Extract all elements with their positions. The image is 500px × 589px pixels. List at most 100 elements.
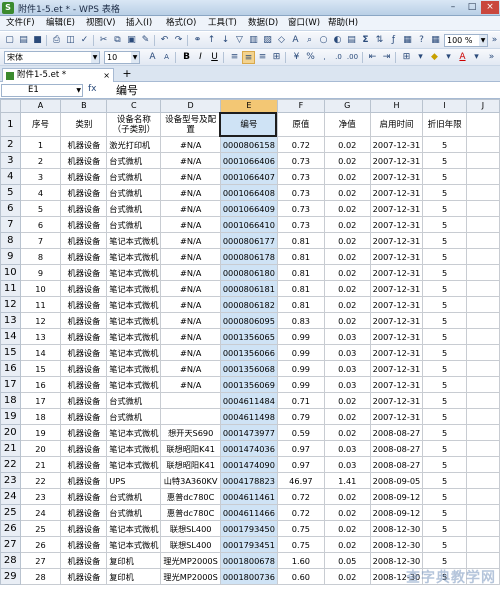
- maximize-button[interactable]: □: [463, 1, 481, 14]
- toolbar-options-icon[interactable]: »: [488, 34, 500, 47]
- cell-category[interactable]: 机器设备: [60, 136, 108, 153]
- increase-indent-icon[interactable]: ⇥: [380, 51, 393, 64]
- cell-net-value[interactable]: 0.03: [323, 376, 371, 393]
- cell-model[interactable]: #N/A: [160, 328, 221, 345]
- cell-code[interactable]: 0001066409: [219, 200, 278, 217]
- cell-seq[interactable]: 9: [19, 264, 62, 281]
- cell-category[interactable]: 机器设备: [60, 280, 108, 297]
- cell-code[interactable]: 0001474036: [219, 440, 278, 457]
- cell-start-date[interactable]: 2007-12-31: [369, 344, 424, 361]
- minimize-button[interactable]: –: [444, 1, 462, 14]
- empty-cell[interactable]: [465, 376, 500, 393]
- cell-model[interactable]: #N/A: [160, 232, 221, 249]
- cell-depreciation-years[interactable]: 5: [422, 344, 467, 361]
- cell-start-date[interactable]: 2007-12-31: [369, 264, 424, 281]
- cell-model[interactable]: #N/A: [160, 248, 221, 265]
- empty-cell[interactable]: [465, 216, 500, 233]
- font-color-dropdown-icon[interactable]: ▾: [470, 51, 483, 64]
- cell-depreciation-years[interactable]: 5: [422, 136, 467, 153]
- cell-category[interactable]: 机器设备: [60, 344, 108, 361]
- cell-category[interactable]: 机器设备: [60, 152, 108, 169]
- font-select[interactable]: 宋体 ▼: [4, 51, 100, 64]
- row-header[interactable]: 9: [0, 248, 21, 265]
- chart2-icon[interactable]: ▤: [345, 34, 358, 47]
- cell-category[interactable]: 机器设备: [60, 328, 108, 345]
- cell-net-value[interactable]: 0.02: [323, 136, 371, 153]
- select-all-corner[interactable]: [0, 99, 21, 113]
- cell-depreciation-years[interactable]: 5: [422, 280, 467, 297]
- empty-cell[interactable]: [465, 312, 500, 329]
- cell-depreciation-years[interactable]: 5: [422, 216, 467, 233]
- cell-net-value[interactable]: 0.03: [323, 456, 371, 473]
- cell-code[interactable]: 0004178823: [219, 472, 278, 489]
- cell-model[interactable]: 联想SL400: [160, 520, 221, 537]
- cell-original-value[interactable]: 0.72: [276, 504, 325, 521]
- cell-net-value[interactable]: 1.41: [323, 472, 371, 489]
- cell-net-value[interactable]: 0.02: [323, 568, 371, 585]
- cell-code[interactable]: 0001800678: [219, 552, 278, 569]
- empty-cell[interactable]: [465, 168, 500, 185]
- cell-net-value[interactable]: 0.03: [323, 344, 371, 361]
- column-header[interactable]: D: [160, 99, 221, 113]
- cell-depreciation-years[interactable]: 5: [422, 232, 467, 249]
- new-icon[interactable]: ▢: [3, 34, 16, 47]
- cell-code[interactable]: 0000806182: [219, 296, 278, 313]
- cell-category[interactable]: 机器设备: [60, 312, 108, 329]
- cell-code[interactable]: 0001066410: [219, 216, 278, 233]
- empty-cell[interactable]: [465, 328, 500, 345]
- cell-net-value[interactable]: 0.02: [323, 408, 371, 425]
- percent-icon[interactable]: %: [304, 51, 317, 64]
- align-right-icon[interactable]: ≡: [256, 51, 269, 64]
- cell-start-date[interactable]: 2007-12-31: [369, 280, 424, 297]
- menu-view[interactable]: 视图(V): [84, 17, 117, 30]
- cell-code[interactable]: 0001066407: [219, 168, 278, 185]
- cell-model[interactable]: #N/A: [160, 200, 221, 217]
- cell-depreciation-years[interactable]: 5: [422, 200, 467, 217]
- cell-model[interactable]: #N/A: [160, 152, 221, 169]
- sort-asc-icon[interactable]: ↑: [205, 34, 218, 47]
- cell-original-value[interactable]: 0.73: [276, 184, 325, 201]
- cell-depreciation-years[interactable]: 5: [422, 312, 467, 329]
- cell-depreciation-years[interactable]: 5: [422, 504, 467, 521]
- cell-seq[interactable]: 24: [19, 504, 62, 521]
- cell-category[interactable]: 机器设备: [60, 440, 108, 457]
- sort-desc-icon[interactable]: ↓: [219, 34, 232, 47]
- cell-net-value[interactable]: 0.02: [323, 312, 371, 329]
- cell-seq[interactable]: 10: [19, 280, 62, 297]
- cell-seq[interactable]: 4: [19, 184, 62, 201]
- cell-device-name[interactable]: 激光打印机: [106, 136, 162, 153]
- cell-seq[interactable]: 22: [19, 472, 62, 489]
- name-box[interactable]: E1 ▼: [1, 84, 83, 97]
- hyperlink-icon[interactable]: ⚭: [191, 34, 204, 47]
- cell-code[interactable]: 0004611498: [219, 408, 278, 425]
- merge-center-icon[interactable]: ⊞: [270, 51, 283, 64]
- cell-depreciation-years[interactable]: 5: [422, 248, 467, 265]
- cell-depreciation-years[interactable]: 5: [422, 520, 467, 537]
- cell-net-value[interactable]: 0.02: [323, 504, 371, 521]
- row-header[interactable]: 23: [0, 472, 21, 489]
- format-painter-icon[interactable]: ✎: [139, 34, 152, 47]
- row-header[interactable]: 20: [0, 424, 21, 441]
- cell-device-name[interactable]: 笔记本式微机: [106, 520, 162, 537]
- empty-cell[interactable]: [465, 520, 500, 537]
- print-icon[interactable]: ⎙: [50, 34, 63, 47]
- cell-device-name[interactable]: 笔记本式微机: [106, 232, 162, 249]
- cell-device-name[interactable]: 笔记本式微机: [106, 296, 162, 313]
- row-header[interactable]: 18: [0, 392, 21, 409]
- empty-cell[interactable]: [465, 488, 500, 505]
- empty-cell[interactable]: [465, 136, 500, 153]
- font-size-select[interactable]: 10 ▼: [104, 51, 140, 64]
- cell-seq[interactable]: 16: [19, 376, 62, 393]
- header-cell-model[interactable]: 设备型号及配置: [160, 112, 221, 137]
- cell-seq[interactable]: 23: [19, 488, 62, 505]
- shrink-font-icon[interactable]: A: [160, 51, 173, 64]
- cell-original-value[interactable]: 0.73: [276, 152, 325, 169]
- cell-device-name[interactable]: 台式微机: [106, 168, 162, 185]
- row-header[interactable]: 21: [0, 440, 21, 457]
- image-icon[interactable]: ▨: [261, 34, 274, 47]
- cell-category[interactable]: 机器设备: [60, 392, 108, 409]
- border-dropdown-icon[interactable]: ▾: [414, 51, 427, 64]
- empty-cell[interactable]: [465, 408, 500, 425]
- cell-device-name[interactable]: 笔记本式微机: [106, 344, 162, 361]
- cell-code[interactable]: 0001473977: [219, 424, 278, 441]
